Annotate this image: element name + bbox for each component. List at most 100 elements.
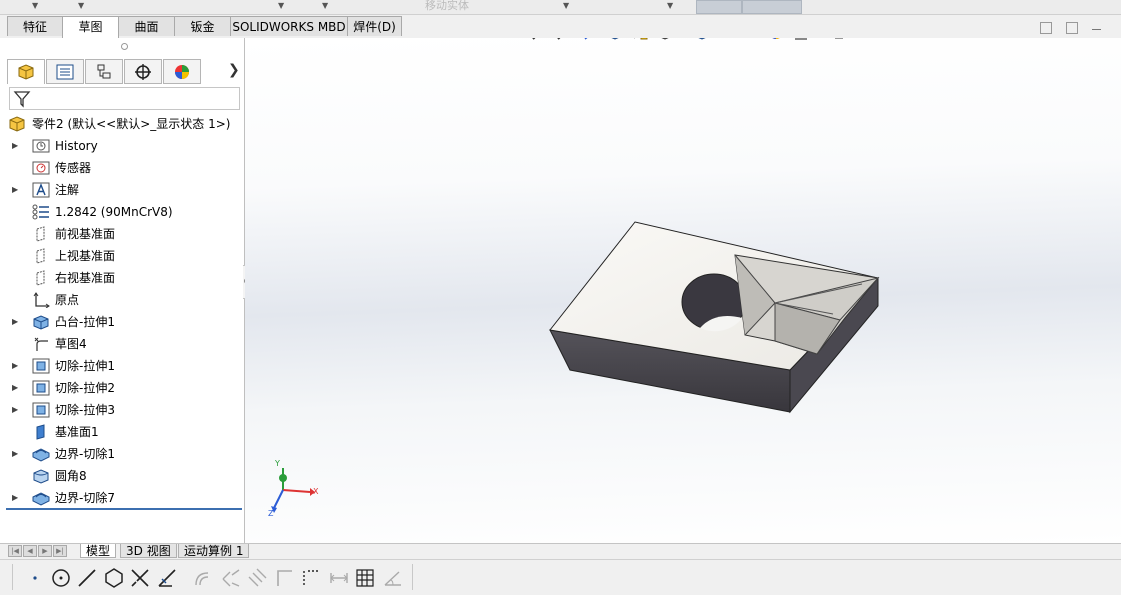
dynamic-annotation-icon[interactable] bbox=[629, 38, 651, 43]
toolbar-block[interactable] bbox=[696, 0, 742, 14]
line-icon[interactable] bbox=[76, 567, 98, 589]
tree-item-plane1[interactable]: 基准面1 bbox=[6, 421, 242, 443]
tree-item-cut-extrude2[interactable]: ▶ 切除-拉伸2 bbox=[6, 377, 242, 399]
convert-entities-icon[interactable] bbox=[156, 567, 178, 589]
tree-item-right-plane[interactable]: 右视基准面 bbox=[6, 267, 242, 289]
tree-filter-box[interactable] bbox=[9, 87, 240, 110]
polygon-icon[interactable] bbox=[103, 567, 125, 589]
grid-icon[interactable] bbox=[354, 567, 376, 589]
move-body-label[interactable]: 移动实体 bbox=[425, 0, 469, 13]
hide-show-items-icon[interactable] bbox=[728, 38, 750, 43]
restore-right-icon[interactable] bbox=[1066, 22, 1078, 34]
configuration-manager-tab[interactable] bbox=[85, 59, 123, 84]
part-icon bbox=[8, 116, 26, 132]
tree-root-part[interactable]: 零件2 (默认<<默认>_显示状态 1>) bbox=[6, 113, 242, 135]
display-relations-icon[interactable] bbox=[300, 567, 322, 589]
tab-mbd[interactable]: SOLIDWORKS MBD bbox=[230, 16, 348, 36]
previous-view-icon[interactable] bbox=[579, 38, 601, 43]
toolbar-block[interactable] bbox=[742, 0, 802, 14]
tree-item-annotations[interactable]: ▶ 注解 bbox=[6, 179, 242, 201]
tree-item-boundary-cut7[interactable]: ▶ 边界-切除7 bbox=[6, 487, 242, 509]
tree-item-label: 注解 bbox=[55, 183, 80, 197]
triad-y-label: Y bbox=[274, 459, 280, 468]
tree-item-cut-extrude3[interactable]: ▶ 切除-拉伸3 bbox=[6, 399, 242, 421]
chevron-down-icon[interactable]: ▼ bbox=[78, 1, 84, 10]
point-icon[interactable] bbox=[24, 567, 46, 589]
zoom-to-fit-icon[interactable] bbox=[529, 38, 551, 43]
tree-item-origin[interactable]: 原点 bbox=[6, 289, 242, 311]
tab-motion-study[interactable]: 运动算例 1 bbox=[178, 544, 250, 558]
expand-arrow-icon[interactable]: ▶ bbox=[12, 443, 18, 465]
minimize-icon[interactable] bbox=[1092, 22, 1101, 30]
tree-item-cut-extrude1[interactable]: ▶ 切除-拉伸1 bbox=[6, 355, 242, 377]
section-view-icon[interactable] bbox=[604, 38, 626, 43]
tab-sheet-metal[interactable]: 钣金 bbox=[174, 16, 231, 36]
feature-tree: 零件2 (默认<<默认>_显示状态 1>) ▶ History 传感器 ▶ 注解… bbox=[6, 113, 242, 509]
tree-item-boss-extrude1[interactable]: ▶ 凸台-拉伸1 bbox=[6, 311, 242, 333]
feature-manager-panel: ❯ 零件2 (默认<<默认>_显示状态 1>) ▶ History 传感器 ▶ … bbox=[0, 38, 245, 543]
tab-features[interactable]: 特征 bbox=[7, 16, 63, 36]
circle-icon[interactable] bbox=[50, 567, 72, 589]
mirror-entities-icon[interactable] bbox=[220, 567, 242, 589]
view-orientation-icon[interactable] bbox=[654, 38, 676, 43]
chevron-down-icon[interactable]: ▼ bbox=[667, 1, 673, 10]
sketch-icon bbox=[32, 336, 50, 352]
apply-scene-icon[interactable] bbox=[790, 38, 812, 43]
dimxpert-tab[interactable] bbox=[124, 59, 162, 84]
last-tab-icon[interactable]: ▶| bbox=[53, 545, 67, 557]
tab-surfaces[interactable]: 曲面 bbox=[118, 16, 175, 36]
expand-arrow-icon[interactable]: ▶ bbox=[12, 311, 18, 333]
expand-arrow-icon[interactable]: ▶ bbox=[12, 399, 18, 421]
tree-root-label: 零件2 (默认<<默认>_显示状态 1>) bbox=[32, 117, 231, 131]
chevron-down-icon[interactable]: ▼ bbox=[322, 1, 328, 10]
tree-item-label: 基准面1 bbox=[55, 425, 99, 439]
tab-model[interactable]: 模型 bbox=[80, 544, 117, 558]
tree-item-fillet8[interactable]: 圆角8 bbox=[6, 465, 242, 487]
tab-weldments[interactable]: 焊件(D) bbox=[347, 16, 402, 36]
part-model[interactable] bbox=[245, 38, 1121, 543]
fillet-icon bbox=[32, 468, 50, 484]
chevron-down-icon[interactable]: ▼ bbox=[278, 1, 284, 10]
corner-rectangle-icon[interactable] bbox=[273, 567, 295, 589]
offset-entities-icon[interactable] bbox=[192, 567, 214, 589]
chevron-right-icon[interactable]: ❯ bbox=[228, 62, 240, 78]
appearance-ball-icon bbox=[175, 64, 189, 79]
expand-arrow-icon[interactable]: ▶ bbox=[12, 355, 18, 377]
display-manager-tab[interactable] bbox=[163, 59, 201, 84]
property-manager-tab[interactable] bbox=[46, 59, 84, 84]
tree-item-top-plane[interactable]: 上视基准面 bbox=[6, 245, 242, 267]
tree-item-sketch4[interactable]: 草图4 bbox=[6, 333, 242, 355]
feature-manager-tab[interactable] bbox=[7, 59, 45, 84]
angle-icon[interactable] bbox=[382, 567, 404, 589]
view-settings-icon[interactable] bbox=[828, 38, 850, 43]
chevron-down-icon[interactable]: ▼ bbox=[563, 1, 569, 10]
tab-sketch[interactable]: 草图 bbox=[62, 16, 119, 38]
tree-item-front-plane[interactable]: 前视基准面 bbox=[6, 223, 242, 245]
linear-pattern-icon[interactable] bbox=[246, 567, 268, 589]
toolbar-separator bbox=[412, 564, 413, 590]
panel-resize-handle[interactable] bbox=[121, 43, 128, 50]
rollback-bar[interactable] bbox=[6, 508, 242, 510]
previous-tab-icon[interactable]: ◀ bbox=[23, 545, 37, 557]
crosshair-icon bbox=[135, 63, 151, 80]
trim-entities-icon[interactable] bbox=[129, 567, 151, 589]
tree-item-label: 边界-切除1 bbox=[55, 447, 115, 461]
first-tab-icon[interactable]: |◀ bbox=[8, 545, 22, 557]
tab-3d-views[interactable]: 3D 视图 bbox=[120, 544, 177, 558]
expand-arrow-icon[interactable]: ▶ bbox=[12, 135, 18, 157]
chevron-down-icon[interactable]: ▼ bbox=[32, 1, 38, 10]
edit-appearance-icon[interactable] bbox=[765, 38, 787, 43]
restore-left-icon[interactable] bbox=[1040, 22, 1052, 34]
expand-arrow-icon[interactable]: ▶ bbox=[12, 179, 18, 201]
next-tab-icon[interactable]: ▶ bbox=[38, 545, 52, 557]
expand-arrow-icon[interactable]: ▶ bbox=[12, 377, 18, 399]
smart-dimension-icon[interactable] bbox=[328, 567, 350, 589]
tree-item-boundary-cut1[interactable]: ▶ 边界-切除1 bbox=[6, 443, 242, 465]
tree-item-sensors[interactable]: 传感器 bbox=[6, 157, 242, 179]
expand-arrow-icon[interactable]: ▶ bbox=[12, 487, 18, 509]
tree-item-material[interactable]: 1.2842 (90MnCrV8) bbox=[6, 201, 242, 223]
zoom-to-area-icon[interactable] bbox=[554, 38, 576, 43]
display-style-icon[interactable] bbox=[691, 38, 713, 43]
graphics-area[interactable]: ▼ ▼ ▼ ▼ ▼ Y X Z bbox=[245, 38, 1121, 543]
tree-item-history[interactable]: ▶ History bbox=[6, 135, 242, 157]
